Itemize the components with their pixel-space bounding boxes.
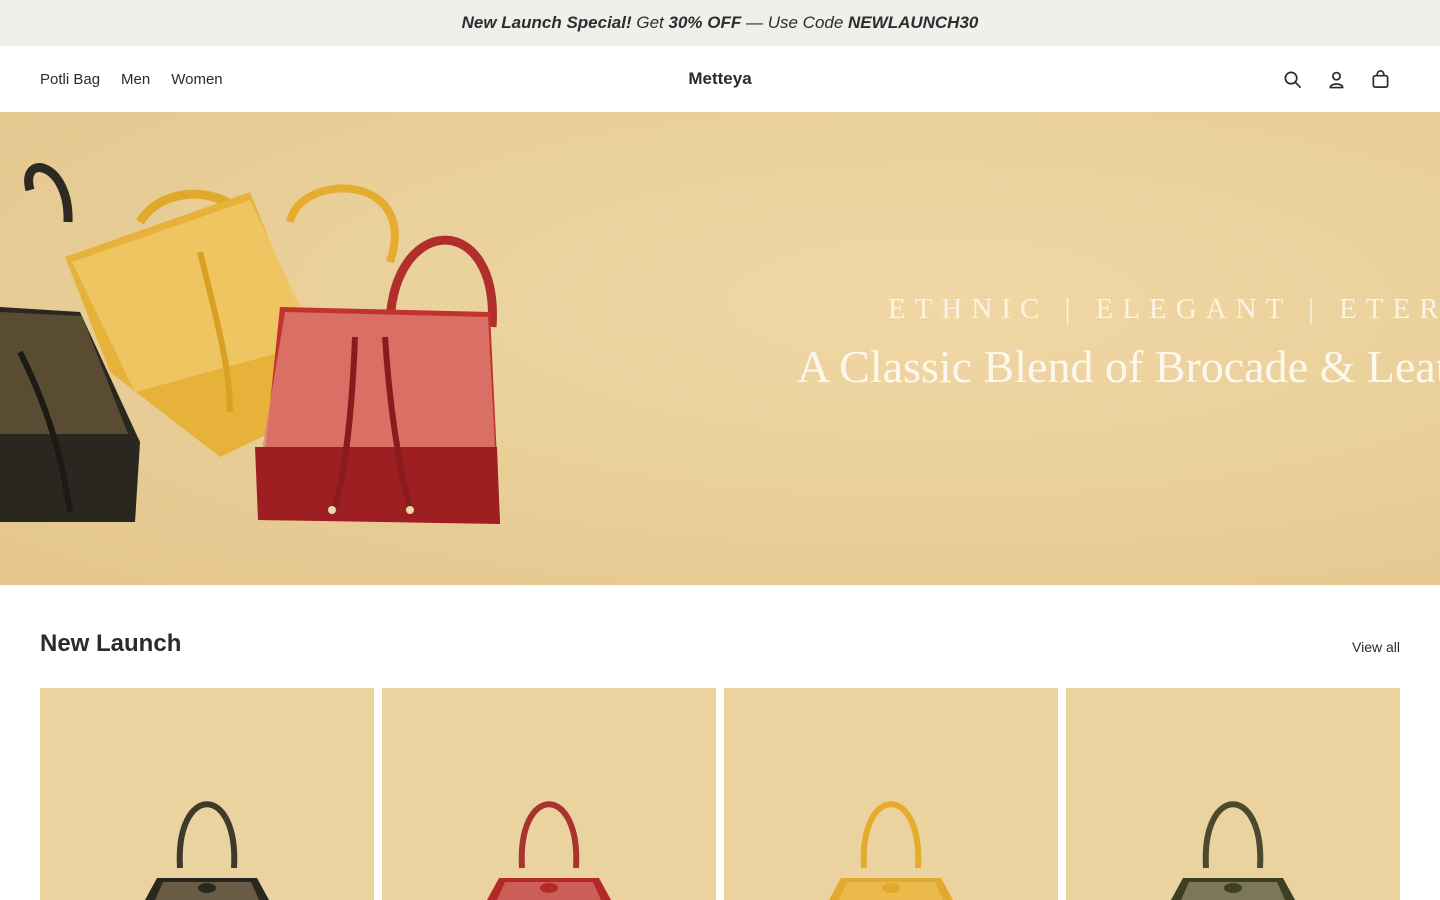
view-all-link[interactable]: View all	[1352, 639, 1400, 655]
site-header: Potli Bag Men Women Metteya	[0, 46, 1440, 112]
announcement-bar: New Launch Special! Get 30% OFF — Use Co…	[0, 0, 1440, 46]
product-image-black-gold	[145, 801, 269, 900]
cart-icon[interactable]	[1370, 69, 1390, 89]
hero-banner[interactable]: ETHNIC | ELEGANT | ETERNAL A Classic Ble…	[0, 112, 1440, 585]
site-logo[interactable]: Metteya	[688, 69, 751, 89]
account-icon[interactable]	[1326, 69, 1346, 89]
product-card[interactable]	[382, 688, 716, 900]
product-card[interactable]	[40, 688, 374, 900]
announcement-text-code: — Use Code	[741, 13, 849, 32]
nav-item-men[interactable]: Men	[121, 71, 150, 88]
new-launch-header: New Launch View all	[40, 625, 1400, 665]
main-nav: Potli Bag Men Women	[40, 46, 223, 112]
announcement-text: Get	[631, 13, 669, 32]
product-card[interactable]	[1066, 688, 1400, 900]
announcement-code: NEWLAUNCH30	[848, 13, 979, 32]
hero-tagline: ETHNIC | ELEGANT | ETERNAL	[888, 293, 1440, 325]
section-title: New Launch	[40, 630, 182, 657]
nav-item-potli-bag[interactable]: Potli Bag	[40, 71, 100, 88]
hero-title: A Classic Blend of Brocade & Leather	[797, 341, 1440, 392]
announcement-discount: 30% OFF	[668, 13, 742, 32]
hero-bags-image	[0, 163, 500, 524]
announcement-highlight: New Launch Special!	[461, 13, 632, 32]
nav-item-women[interactable]: Women	[171, 71, 222, 88]
product-image-red	[487, 801, 611, 900]
search-icon[interactable]	[1282, 69, 1302, 89]
product-image-yellow	[829, 801, 953, 900]
product-card[interactable]	[724, 688, 1058, 900]
header-icons	[1282, 46, 1390, 112]
product-image-olive-sequin	[1171, 801, 1295, 900]
product-grid	[40, 688, 1400, 900]
